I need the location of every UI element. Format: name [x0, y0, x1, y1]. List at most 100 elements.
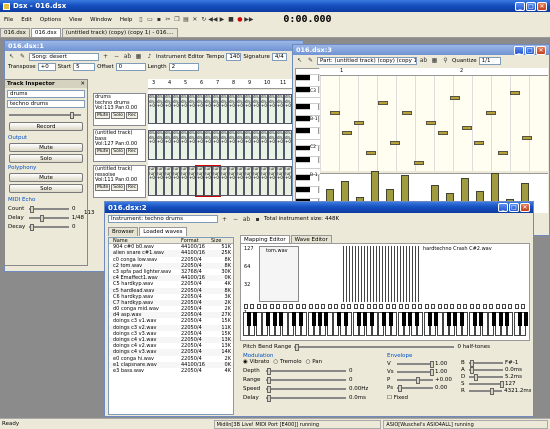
clip[interactable]: dru dru +0	[284, 130, 292, 160]
mute-button[interactable]: Mute	[9, 143, 83, 152]
map-black-key[interactable]	[505, 312, 509, 326]
map-black-key[interactable]	[453, 312, 458, 326]
menu-view[interactable]: View	[65, 17, 86, 23]
polyphony-solo-button[interactable]: Solo	[9, 184, 83, 193]
grid-icon[interactable]: ▦	[134, 52, 143, 61]
env-slider[interactable]	[397, 377, 433, 384]
forward-icon[interactable]: ▶▶	[244, 15, 253, 24]
fixed-checkbox[interactable]: ☐ Fixed	[387, 395, 531, 401]
clip[interactable]: (unt (unti +0	[211, 165, 221, 197]
clip[interactable]: (unt (unti +0	[164, 166, 172, 196]
map-black-key[interactable]	[446, 312, 451, 326]
map-black-key[interactable]	[324, 312, 329, 326]
clip[interactable]: dru dru +0	[172, 130, 180, 160]
pencil-tool-icon[interactable]: ✎	[18, 52, 27, 61]
timeline-ruler[interactable]: 3 4 5 6 7 8 9 10 11	[148, 79, 294, 89]
map-black-key[interactable]	[363, 312, 368, 326]
clip[interactable]: dru dru +0	[172, 94, 180, 124]
add-icon[interactable]: +	[220, 215, 229, 224]
clip[interactable]: dru dru +0	[196, 94, 204, 124]
map-black-key[interactable]	[317, 312, 322, 326]
clip[interactable]: dru dru +0	[188, 94, 196, 124]
clip[interactable]: (unt (unti +0	[276, 166, 284, 196]
track-rec-button[interactable]: Rec	[125, 111, 139, 119]
song-field[interactable]: Song: desert	[29, 52, 99, 61]
remove-icon[interactable]: −	[112, 52, 121, 61]
note-grid[interactable]	[320, 76, 548, 171]
pointer-tool-icon[interactable]: ↖	[295, 56, 304, 65]
minimize-button[interactable]: _	[515, 1, 525, 11]
copy-icon[interactable]: ❐	[172, 15, 181, 24]
clip[interactable]: dru dru +0	[228, 94, 236, 124]
save-icon[interactable]: ▪	[253, 215, 262, 224]
rewind-icon[interactable]: ◀◀	[208, 15, 217, 24]
clip[interactable]: dru dru +0	[228, 130, 236, 160]
clip[interactable]: dru dru +0	[188, 130, 196, 160]
doc-tab-2[interactable]: 016.dsx	[30, 27, 61, 37]
clip[interactable]: dru dru +0	[148, 130, 156, 160]
doc-tab-1[interactable]: 016.dsx	[0, 27, 30, 37]
record-button[interactable]: Record	[9, 122, 83, 131]
map-black-key[interactable]	[247, 312, 251, 326]
env-slider[interactable]	[397, 385, 433, 392]
quantize-select[interactable]: 1/1	[478, 56, 501, 65]
map-black-key[interactable]	[266, 312, 271, 326]
map-black-key[interactable]	[517, 312, 522, 326]
mapping-keyboard[interactable]	[243, 304, 529, 336]
piano-roll-ruler[interactable]: 1 2	[320, 68, 548, 76]
clip[interactable]: (unt (unti +0	[203, 165, 213, 197]
clip[interactable]: dru dru +0	[204, 94, 212, 124]
close-button[interactable]: ✕	[537, 1, 547, 11]
menu-edit[interactable]: Edit	[17, 17, 36, 23]
clip[interactable]: dru dru +0	[220, 130, 228, 160]
length-field[interactable]: 2	[168, 63, 199, 71]
clip[interactable]: dru dru +0	[156, 94, 164, 124]
note[interactable]	[474, 141, 484, 145]
clip[interactable]: dru dru +0	[236, 94, 244, 124]
stop-icon[interactable]: ■	[226, 15, 235, 24]
remove-icon[interactable]: −	[231, 215, 240, 224]
env-slider[interactable]	[469, 367, 503, 374]
clip[interactable]: (unt (unti +0	[195, 165, 205, 197]
speed-slider[interactable]	[266, 386, 346, 393]
track-header-ressoise[interactable]: (untitled track) ressoise Vol:111 Pan:0.…	[93, 165, 146, 198]
link-icon[interactable]: ab	[123, 52, 132, 61]
cut-icon[interactable]: ✂	[163, 15, 172, 24]
map-black-key[interactable]	[369, 312, 374, 326]
note[interactable]	[414, 161, 424, 165]
map-black-key[interactable]	[272, 312, 277, 326]
clip[interactable]: (unt (unti +0	[220, 166, 228, 196]
pencil-tool-icon[interactable]: ✎	[306, 56, 315, 65]
track-solo-button[interactable]: Solo	[111, 183, 125, 191]
loop-icon[interactable]: ↻	[199, 15, 208, 24]
paste-icon[interactable]: ▤	[181, 15, 190, 24]
clip[interactable]: dru dru +0	[196, 130, 204, 160]
tab-loaded-waves[interactable]: Loaded waves	[139, 227, 187, 236]
track-header-drums[interactable]: drums techno drums Vol:113 Pan:0.00 Mute…	[93, 93, 146, 126]
clip[interactable]: dru dru +0	[284, 94, 292, 124]
map-black-key[interactable]	[434, 312, 439, 326]
play-icon[interactable]: ▶	[217, 15, 226, 24]
decay-slider[interactable]	[29, 224, 69, 231]
clip[interactable]: (unt (unti +0	[156, 166, 164, 196]
env-slider[interactable]	[469, 374, 503, 381]
note[interactable]	[330, 111, 340, 115]
map-black-key[interactable]	[337, 312, 342, 326]
track-mute-button[interactable]: Mute	[95, 147, 111, 155]
clip[interactable]: dru dru +0	[164, 130, 172, 160]
env-slider[interactable]	[469, 381, 504, 388]
note[interactable]	[462, 126, 472, 130]
vibrato-radio[interactable]: ◉ Vibrato	[243, 359, 269, 365]
clip[interactable]: (unt (unti +0	[172, 166, 180, 196]
clip[interactable]: dru dru +0	[260, 94, 268, 124]
delay-slider[interactable]	[28, 215, 69, 222]
instrument-maximize-button[interactable]: □	[509, 203, 519, 212]
part-field[interactable]: Part: (untitled track) (copy) (copy 1)	[317, 56, 417, 65]
note[interactable]	[378, 101, 388, 105]
instrument-select[interactable]: Instrument: techno drums	[108, 215, 218, 223]
pitch-bend-slider[interactable]	[294, 344, 455, 351]
maximize-button[interactable]: □	[526, 1, 536, 11]
track-header-bass[interactable]: (untitled track) bass Vol:127 Pan:0.00 M…	[93, 129, 146, 162]
clip[interactable]: dru dru +0	[212, 130, 220, 160]
map-black-key[interactable]	[408, 312, 413, 326]
